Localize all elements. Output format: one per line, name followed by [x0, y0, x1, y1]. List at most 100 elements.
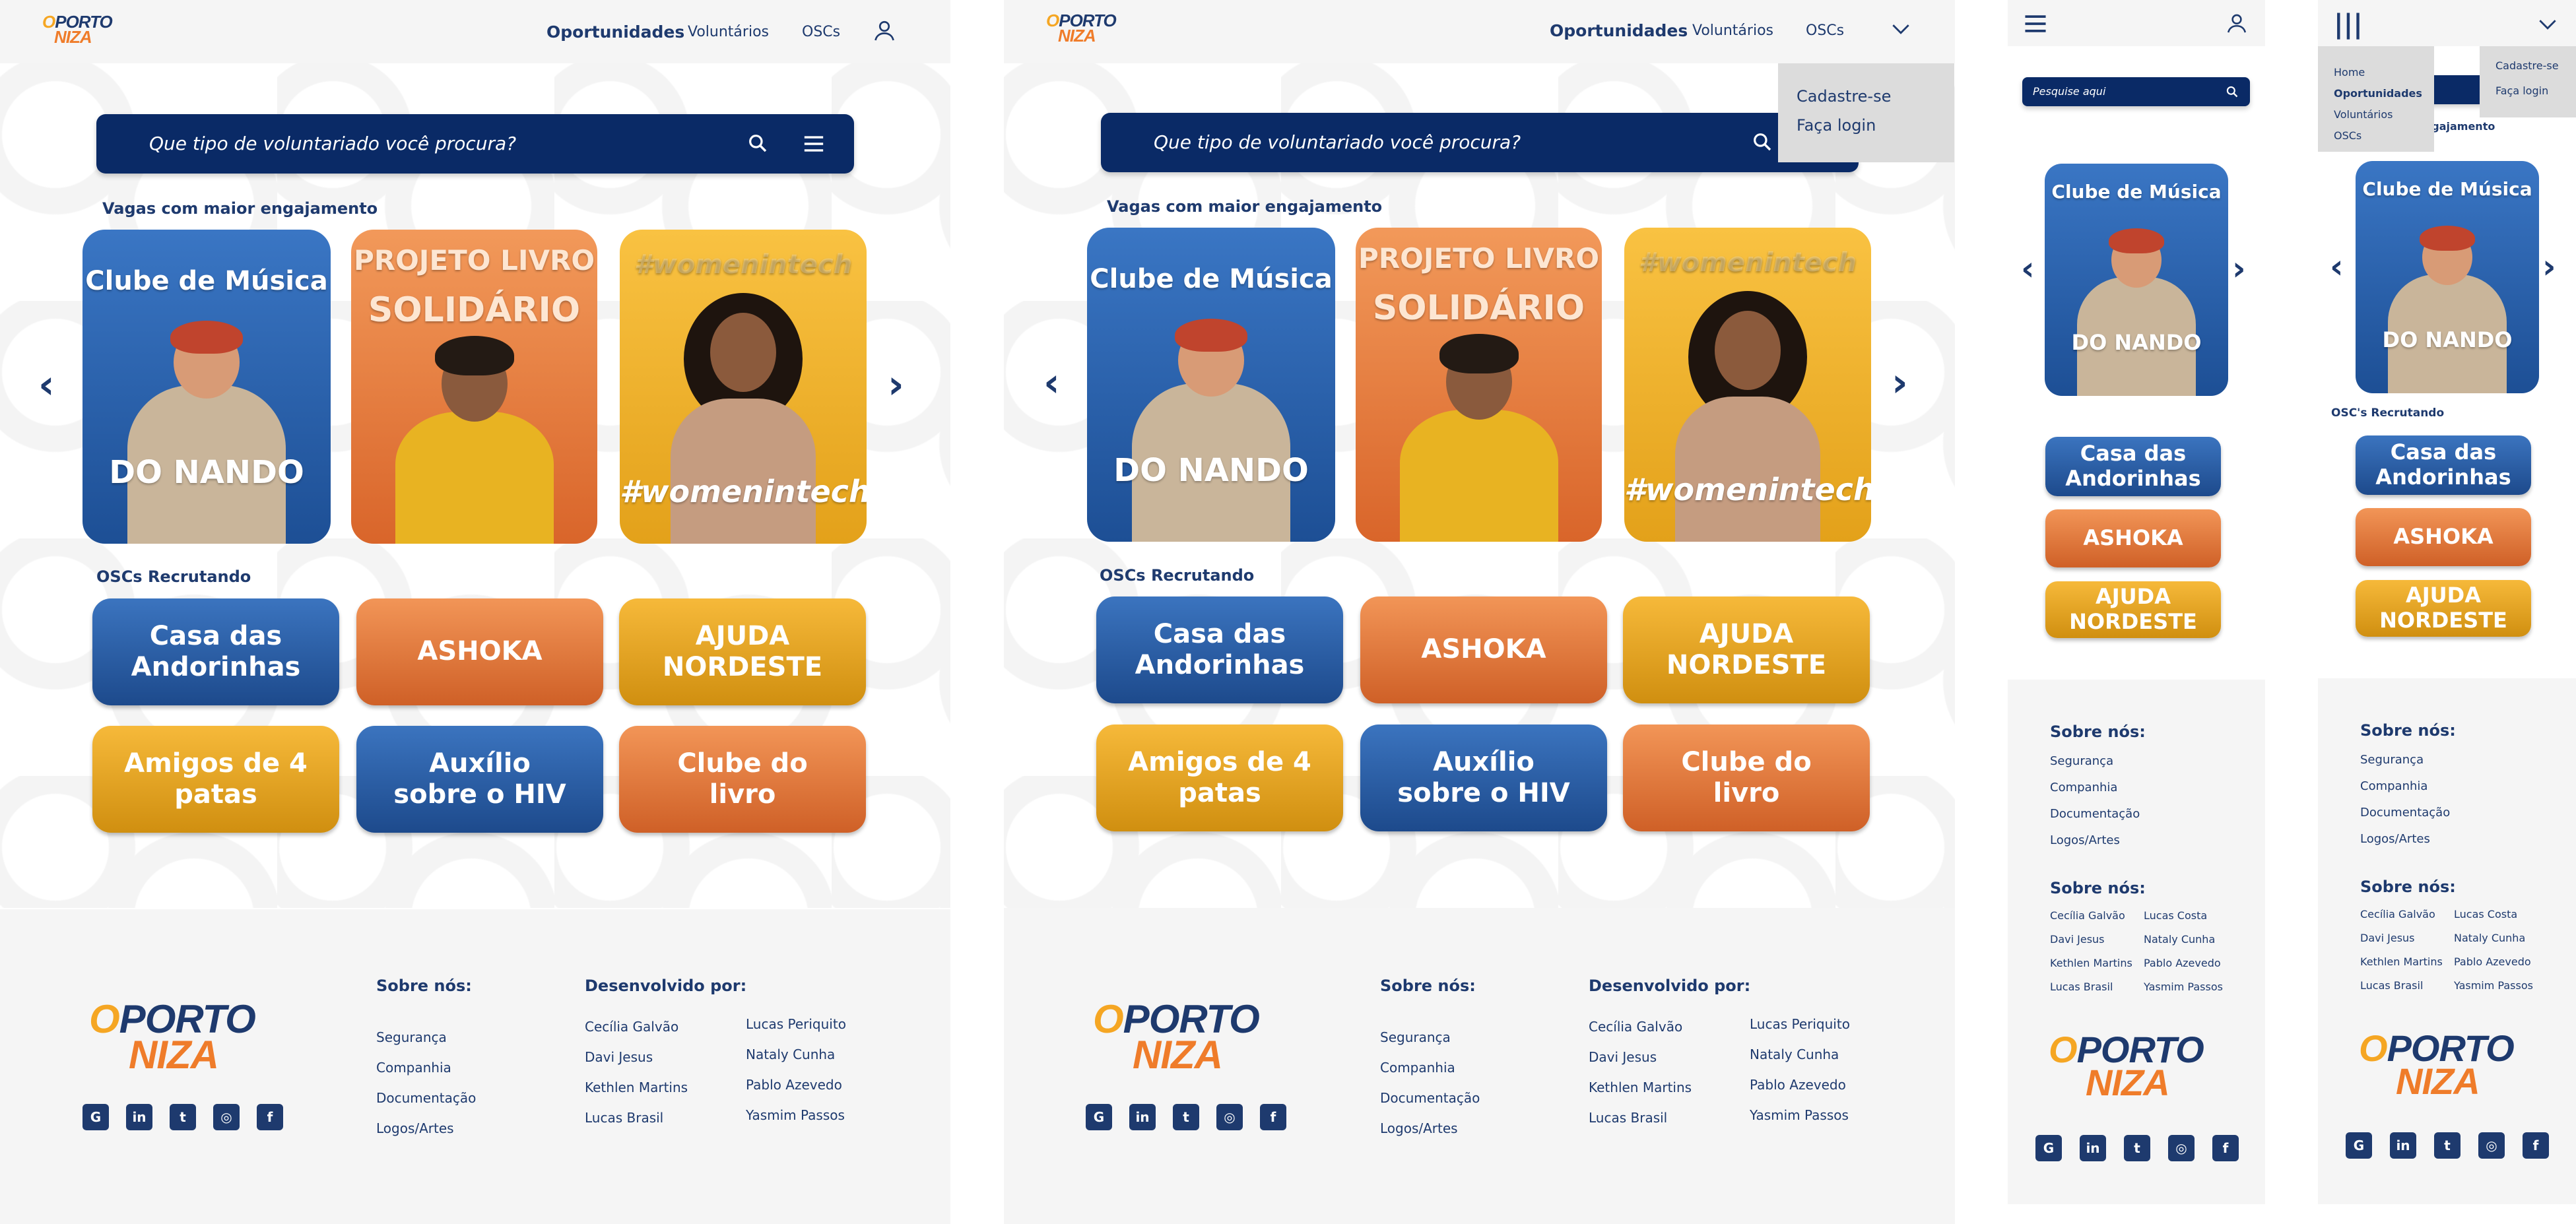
menu-item-home[interactable]: Home: [2334, 66, 2365, 79]
menu-cadastre-se[interactable]: Cadastre-se: [1797, 87, 1891, 106]
instagram-icon[interactable]: ◎: [2168, 1135, 2195, 1161]
instagram-icon[interactable]: ◎: [2478, 1132, 2505, 1159]
nav-voluntarios[interactable]: Voluntários: [688, 24, 769, 40]
osc-casa-andorinhas[interactable]: Casa das Andorinhas: [2045, 437, 2221, 496]
card-clube-musica[interactable]: Clube de Música DO NANDO: [83, 230, 331, 544]
osc-ajuda-nordeste[interactable]: AJUDA NORDESTE: [619, 598, 866, 705]
footer-logo[interactable]: OPORTO NIZA: [2049, 1031, 2204, 1101]
osc-casa-andorinhas[interactable]: Casa das Andorinhas: [92, 598, 339, 705]
carousel-prev-icon[interactable]: ‹: [1043, 360, 1060, 406]
search-icon[interactable]: [2226, 85, 2239, 98]
github-icon[interactable]: G: [2346, 1132, 2372, 1159]
search-bar[interactable]: Que tipo de voluntariado você procura?: [1101, 113, 1859, 172]
github-icon[interactable]: G: [1086, 1104, 1112, 1130]
osc-ajuda-nordeste[interactable]: AJUDA NORDESTE: [2356, 580, 2531, 637]
footer-logo[interactable]: OPORTO NIZA: [2359, 1030, 2515, 1100]
brand-logo[interactable]: OPORTO NIZA: [42, 13, 113, 46]
user-icon[interactable]: [873, 18, 896, 42]
search-icon[interactable]: [1752, 131, 1773, 152]
footer-link-logos[interactable]: Logos/Artes: [2360, 832, 2430, 846]
menu-icon[interactable]: [2022, 15, 2049, 33]
osc-ashoka[interactable]: ASHOKA: [2045, 509, 2221, 567]
footer-logo[interactable]: OPORTO NIZA: [1093, 1000, 1260, 1075]
footer-link-seguranca[interactable]: Segurança: [376, 1029, 447, 1045]
menu-open-icon[interactable]: |||: [2334, 9, 2363, 40]
carousel-next-icon[interactable]: ›: [888, 362, 904, 408]
linkedin-icon[interactable]: in: [1129, 1104, 1156, 1130]
footer-link-logos[interactable]: Logos/Artes: [1380, 1120, 1458, 1136]
osc-casa-andorinhas[interactable]: Casa das Andorinhas: [2356, 435, 2531, 495]
user-icon[interactable]: [2226, 12, 2248, 34]
menu-item-oportunidades[interactable]: Oportunidades: [2334, 87, 2422, 100]
footer-link-companhia[interactable]: Companhia: [2360, 779, 2427, 793]
footer-link-companhia[interactable]: Companhia: [376, 1060, 451, 1076]
menu-icon[interactable]: [803, 134, 825, 154]
carousel-next-icon[interactable]: ›: [2232, 249, 2246, 288]
footer-link-seguranca[interactable]: Segurança: [2050, 754, 2113, 768]
footer-link-seguranca[interactable]: Segurança: [2360, 753, 2424, 767]
carousel-prev-icon[interactable]: ‹: [38, 362, 55, 408]
nav-oportunidades[interactable]: Oportunidades: [546, 22, 684, 42]
github-icon[interactable]: G: [83, 1104, 109, 1130]
linkedin-icon[interactable]: in: [126, 1104, 152, 1130]
footer-link-companhia[interactable]: Companhia: [1380, 1060, 1455, 1076]
osc-casa-andorinhas[interactable]: Casa das Andorinhas: [1096, 596, 1343, 703]
carousel-next-icon[interactable]: ›: [2542, 247, 2556, 286]
twitter-icon[interactable]: t: [2434, 1132, 2460, 1159]
facebook-icon[interactable]: f: [1260, 1104, 1286, 1130]
footer-link-companhia[interactable]: Companhia: [2050, 781, 2117, 794]
instagram-icon[interactable]: ◎: [1216, 1104, 1243, 1130]
menu-item-voluntarios[interactable]: Voluntários: [2334, 108, 2393, 121]
menu-cadastre-se[interactable]: Cadastre-se: [2495, 59, 2559, 72]
linkedin-icon[interactable]: in: [2080, 1135, 2106, 1161]
chevron-down-icon[interactable]: [2538, 18, 2557, 30]
facebook-icon[interactable]: f: [2523, 1132, 2549, 1159]
twitter-icon[interactable]: t: [2124, 1135, 2150, 1161]
carousel-prev-icon[interactable]: ‹: [2021, 249, 2035, 288]
osc-auxilio-hiv[interactable]: Auxílio sobre o HIV: [356, 726, 603, 833]
footer-logo[interactable]: OPORTO NIZA: [89, 1000, 256, 1075]
card-projeto-livro[interactable]: PROJETO LIVRO SOLIDÁRIO: [351, 230, 597, 544]
chevron-down-icon[interactable]: [1892, 22, 1910, 36]
menu-login[interactable]: Faça login: [2495, 84, 2548, 97]
osc-ashoka[interactable]: ASHOKA: [1360, 596, 1607, 703]
footer-link-logos[interactable]: Logos/Artes: [376, 1120, 454, 1136]
facebook-icon[interactable]: f: [257, 1104, 283, 1130]
nav-oscs[interactable]: OSCs: [1806, 22, 1844, 39]
osc-auxilio-hiv[interactable]: Auxílio sobre o HIV: [1360, 725, 1607, 831]
osc-ashoka[interactable]: ASHOKA: [2356, 508, 2531, 566]
linkedin-icon[interactable]: in: [2390, 1132, 2416, 1159]
osc-clube-livro[interactable]: Clube do livro: [1623, 725, 1870, 831]
osc-ajuda-nordeste[interactable]: AJUDA NORDESTE: [1623, 596, 1870, 703]
osc-ajuda-nordeste[interactable]: AJUDA NORDESTE: [2045, 581, 2221, 638]
facebook-icon[interactable]: f: [2212, 1135, 2239, 1161]
osc-clube-livro[interactable]: Clube do livro: [619, 726, 866, 833]
nav-oscs[interactable]: OSCs: [802, 24, 840, 40]
github-icon[interactable]: G: [2035, 1135, 2062, 1161]
card-womenintech[interactable]: #womenintech #womenintech: [620, 230, 867, 544]
osc-amigos-4-patas[interactable]: Amigos de 4 patas: [92, 726, 339, 833]
carousel-prev-icon[interactable]: ‹: [2330, 247, 2344, 286]
card-womenintech[interactable]: #womenintech #womenintech: [1624, 228, 1871, 542]
instagram-icon[interactable]: ◎: [213, 1104, 240, 1130]
footer-link-seguranca[interactable]: Segurança: [1380, 1029, 1451, 1045]
search-bar[interactable]: Pesquise aqui: [2022, 77, 2250, 106]
search-icon[interactable]: [747, 133, 768, 154]
card-clube-musica[interactable]: Clube de Música DO NANDO: [2356, 161, 2539, 393]
nav-oportunidades[interactable]: Oportunidades: [1550, 21, 1688, 40]
card-projeto-livro[interactable]: PROJETO LIVRO SOLIDÁRIO: [1356, 228, 1602, 542]
carousel-next-icon[interactable]: ›: [1892, 360, 1908, 406]
card-clube-musica[interactable]: Clube de Música DO NANDO: [1087, 228, 1335, 542]
footer-link-documentacao[interactable]: Documentação: [2050, 807, 2140, 821]
brand-logo[interactable]: OPORTO NIZA: [1046, 12, 1117, 44]
menu-item-oscs[interactable]: OSCs: [2334, 129, 2361, 142]
menu-login[interactable]: Faça login: [1797, 116, 1876, 135]
osc-amigos-4-patas[interactable]: Amigos de 4 patas: [1096, 725, 1343, 831]
card-clube-musica[interactable]: Clube de Música DO NANDO: [2045, 164, 2228, 396]
twitter-icon[interactable]: t: [1173, 1104, 1199, 1130]
nav-voluntarios[interactable]: Voluntários: [1692, 22, 1773, 39]
footer-link-documentacao[interactable]: Documentação: [2360, 806, 2450, 820]
twitter-icon[interactable]: t: [170, 1104, 196, 1130]
footer-link-documentacao[interactable]: Documentação: [1380, 1090, 1480, 1106]
footer-link-logos[interactable]: Logos/Artes: [2050, 833, 2120, 847]
